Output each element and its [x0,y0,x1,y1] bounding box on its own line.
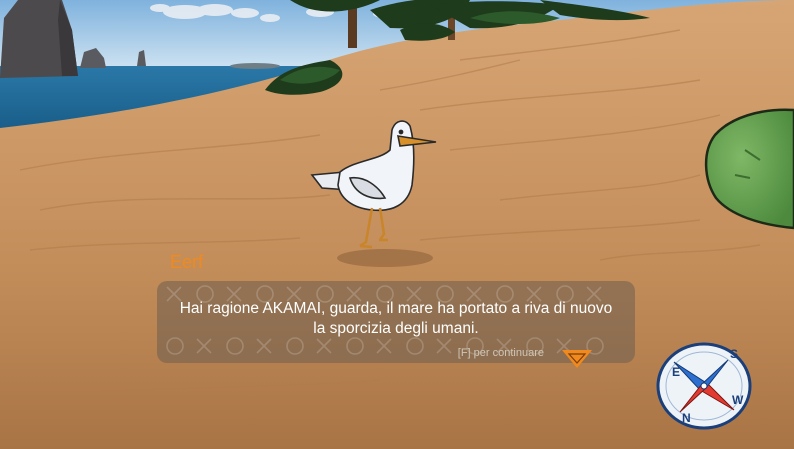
dialog-text: Hai ragione AKAMAI, guarda, il mare ha p… [167,299,625,339]
continue-arrow-icon[interactable] [560,348,594,370]
continue-hint: [F] per continuare [457,347,544,359]
compass-south: S [730,347,738,361]
compass-east: E [672,365,680,379]
compass-west: W [732,393,744,407]
speaker-name: Eerf [170,252,204,272]
dialog-line-1: Hai ragione AKAMAI, guarda, il mare ha p… [179,300,613,317]
compass-icon: E S N W [656,342,752,430]
dialog-line-2: la sporcizia degli umani. [313,320,479,337]
seagull-shadow [337,249,433,267]
compass-north: N [682,411,691,425]
